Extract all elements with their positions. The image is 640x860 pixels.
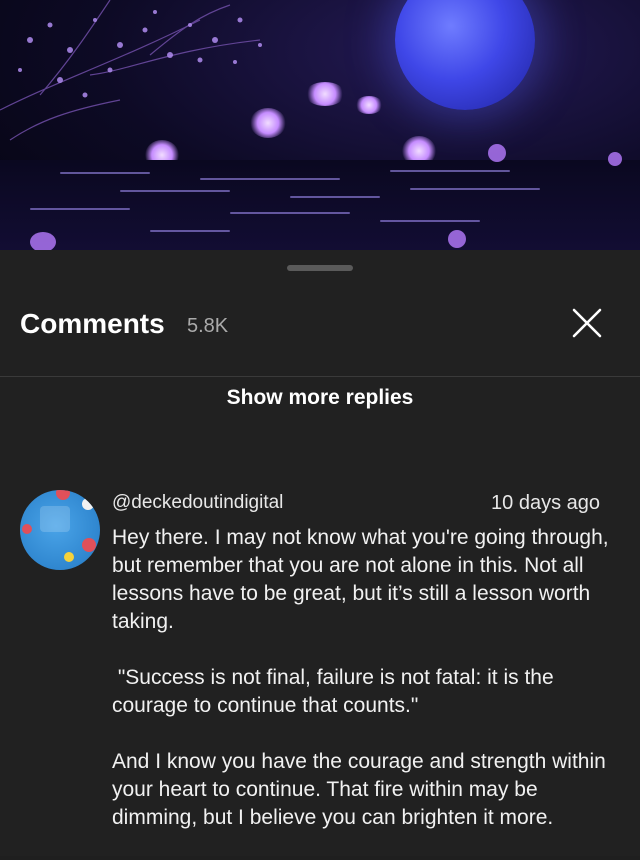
petal [608, 152, 622, 166]
moon-image [395, 0, 535, 110]
comment-body: Hey there. I may not know what you're go… [112, 524, 612, 860]
avatar[interactable] [20, 490, 100, 570]
glow-flower [305, 82, 345, 106]
glow-flower [355, 96, 383, 114]
comments-sheet: Comments 5.8K Show more replies @deckedo… [0, 250, 640, 856]
comment-timestamp: 10 days ago [491, 492, 600, 514]
drag-handle[interactable] [287, 265, 353, 271]
water-reflection [0, 160, 640, 250]
comment-paragraph: "Success is not final, failure is not fa… [112, 666, 560, 717]
close-icon [572, 308, 602, 338]
comments-title: Comments [20, 308, 165, 339]
comment-author[interactable]: @deckedoutindigital [112, 492, 283, 514]
petal [30, 232, 56, 250]
comment-paragraph: Hey there. I may not know what you're go… [112, 526, 609, 633]
comment-paragraph: And I know you have the courage and stre… [112, 750, 606, 829]
show-more-replies-button[interactable]: Show more replies [0, 386, 640, 410]
glow-flower [250, 108, 286, 138]
petal [488, 144, 506, 162]
petal [448, 230, 466, 248]
comments-count: 5.8K [187, 315, 229, 337]
comments-header: Comments 5.8K [0, 290, 640, 377]
video-player[interactable] [0, 0, 640, 250]
close-button[interactable] [570, 306, 604, 340]
